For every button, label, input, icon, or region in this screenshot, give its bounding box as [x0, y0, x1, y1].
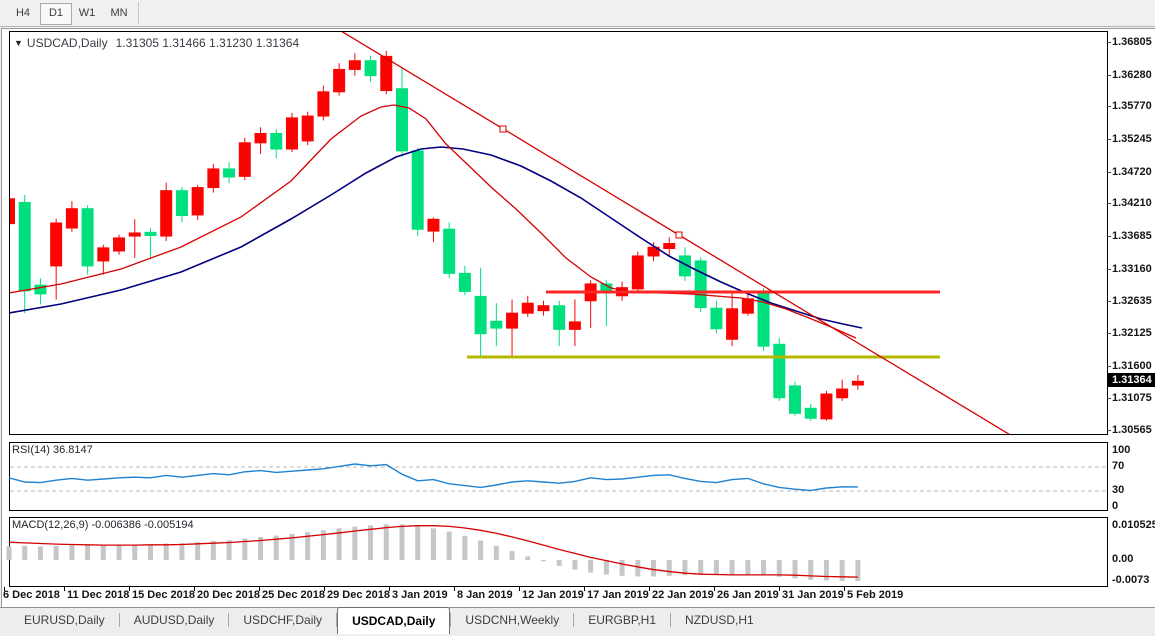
price-axis-tick: [1107, 430, 1111, 431]
price-axis-label: 1.31600: [1112, 359, 1152, 373]
chart-tab-usdcnh-weekly[interactable]: USDCNH,Weekly: [451, 608, 573, 632]
price-axis-label: 1.32635: [1112, 294, 1152, 308]
chart-tab-audusd-daily[interactable]: AUDUSD,Daily: [120, 608, 229, 632]
date-axis-label: 12 Jan 2019: [522, 589, 584, 601]
price-axis-label: 1.35770: [1112, 99, 1152, 113]
date-axis-label: 11 Dec 2018: [67, 589, 129, 601]
price-axis-label: 1.33160: [1112, 262, 1152, 276]
chart-tab-eurgbp-h1[interactable]: EURGBP,H1: [574, 608, 670, 632]
price-axis-label: 1.32125: [1112, 326, 1152, 340]
chart-tab-usdcad-daily[interactable]: USDCAD,Daily: [337, 607, 450, 634]
macd-axis-label: -0.0073: [1112, 574, 1149, 587]
current-price-badge: 1.31364: [1108, 373, 1155, 387]
chart-tab-nzdusd-h1[interactable]: NZDUSD,H1: [671, 608, 768, 632]
price-axis-label: 1.34210: [1112, 196, 1152, 210]
price-axis-tick: [1107, 301, 1111, 302]
rsi-indicator-label: RSI(14) 36.8147: [12, 444, 93, 456]
chart-symbol-period: USDCAD,Daily: [27, 36, 108, 50]
timeframe-button-d1[interactable]: D1: [40, 3, 72, 25]
date-axis-label: 15 Dec 2018: [132, 589, 195, 601]
mt4-window: { "toolbar": { "timeframes": [ {"label":…: [0, 0, 1155, 636]
price-axis-tick: [1107, 269, 1111, 270]
macd-axis-label: 0.010525: [1112, 519, 1155, 532]
date-axis-label: 25 Dec 2018: [262, 589, 325, 601]
price-axis-label: 1.36805: [1112, 35, 1152, 49]
date-axis-label: 8 Jan 2019: [457, 589, 513, 601]
rsi-axis-label: 0: [1112, 500, 1118, 513]
timeframe-button-h4[interactable]: H4: [8, 3, 38, 23]
price-axis-tick: [1107, 172, 1111, 173]
price-axis-tick: [1107, 236, 1111, 237]
date-axis-label: 26 Jan 2019: [717, 589, 779, 601]
price-axis-label: 1.30565: [1112, 423, 1152, 437]
macd-axis-label: 0.00: [1112, 553, 1133, 566]
symbol-dropdown-icon[interactable]: ▼: [14, 38, 23, 48]
date-axis-label: 17 Jan 2019: [587, 589, 649, 601]
price-axis-label: 1.34720: [1112, 165, 1152, 179]
price-axis-tick: [1107, 42, 1111, 43]
price-axis-tick: [1107, 106, 1111, 107]
date-axis-label: 3 Jan 2019: [392, 589, 448, 601]
chart-tab-eurusd-daily[interactable]: EURUSD,Daily: [10, 608, 119, 632]
rsi-axis-label: 30: [1112, 484, 1124, 497]
price-axis-label: 1.35245: [1112, 132, 1152, 146]
macd-indicator-label: MACD(12,26,9) -0.006386 -0.005194: [12, 519, 194, 531]
price-axis-tick: [1107, 333, 1111, 334]
rsi-axis-label: 70: [1112, 460, 1124, 473]
toolbar-separator: [138, 2, 139, 24]
price-axis-tick: [1107, 366, 1111, 367]
chart-title: ▼ USDCAD,Daily 1.31305 1.31466 1.31230 1.3…: [14, 36, 299, 50]
date-axis-label: 22 Jan 2019: [652, 589, 714, 601]
price-axis-label: 1.31075: [1112, 391, 1152, 405]
chart-tab-usdchf-daily[interactable]: USDCHF,Daily: [229, 608, 336, 632]
rsi-axis-label: 100: [1112, 444, 1130, 457]
date-axis-label: 6 Dec 2018: [3, 589, 60, 601]
price-axis-tick: [1107, 398, 1111, 399]
timeframe-button-mn[interactable]: MN: [104, 3, 134, 23]
timeframe-button-w1[interactable]: W1: [72, 3, 102, 23]
date-axis-label: 29 Dec 2018: [327, 589, 390, 601]
price-axis-label: 1.33685: [1112, 229, 1152, 243]
symbol-tab-bar: EURUSD,DailyAUDUSD,DailyUSDCHF,DailyUSDC…: [0, 607, 1155, 636]
chart-ohlc-values: 1.31305 1.31466 1.31230 1.31364: [116, 36, 300, 50]
price-axis-label: 1.36280: [1112, 68, 1152, 82]
price-axis-tick: [1107, 139, 1111, 140]
price-axis-tick: [1107, 203, 1111, 204]
timeframe-toolbar: H4D1W1MN: [0, 0, 1155, 27]
date-axis-label: 31 Jan 2019: [782, 589, 844, 601]
price-axis-tick: [1107, 75, 1111, 76]
date-axis-label: 5 Feb 2019: [847, 589, 903, 601]
date-axis-label: 20 Dec 2018: [197, 589, 260, 601]
